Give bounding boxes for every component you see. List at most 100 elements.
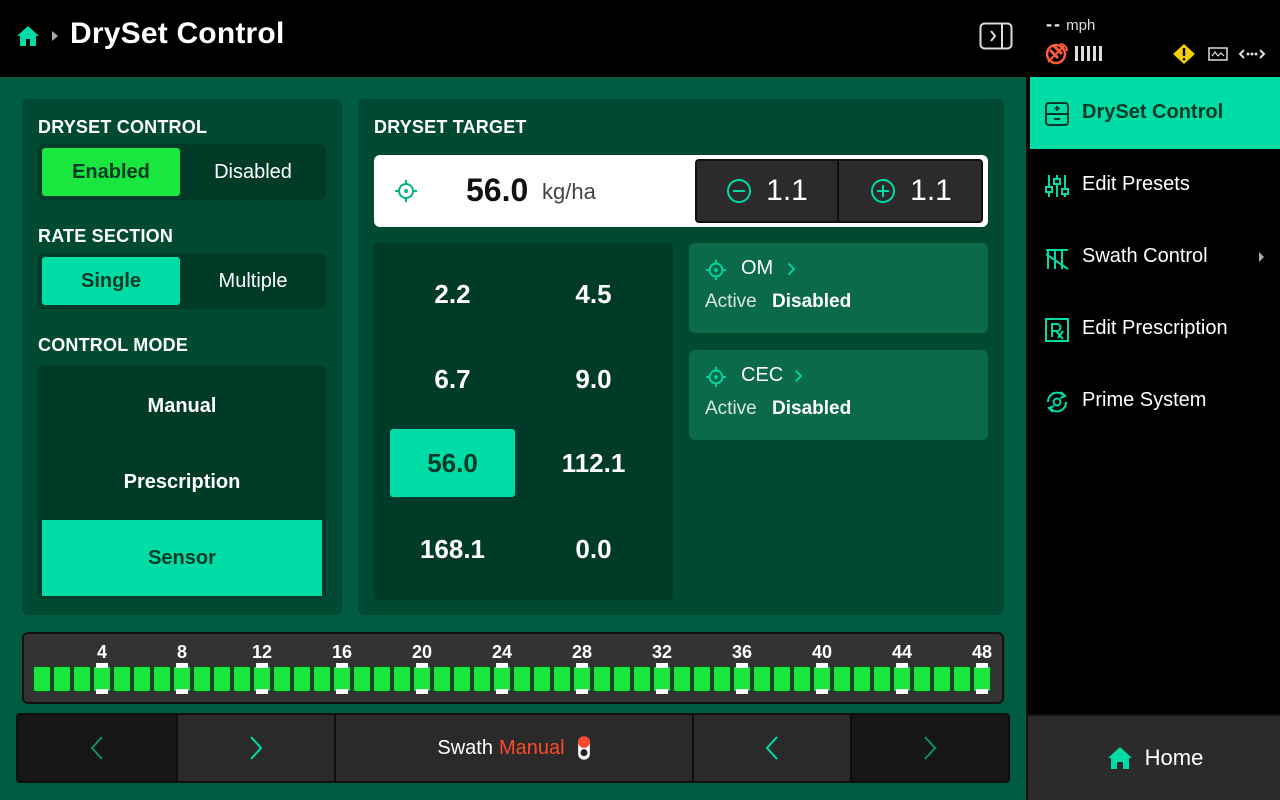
preset-button[interactable]: 4.5 xyxy=(531,260,656,328)
sidebar-item-prime-system[interactable]: Prime System xyxy=(1030,365,1280,437)
decrement-amount: 1.1 xyxy=(766,174,808,207)
disabled-option[interactable]: Disabled xyxy=(184,148,322,196)
gps-icon[interactable] xyxy=(1044,40,1070,66)
section-tick xyxy=(256,689,268,694)
section-cell xyxy=(353,666,371,692)
decrement-button[interactable]: 1.1 xyxy=(697,161,839,221)
sidebar-item-edit-prescription[interactable]: Edit Prescription xyxy=(1030,293,1280,365)
section-tick xyxy=(896,689,908,694)
section-cell xyxy=(73,666,91,692)
section-tick xyxy=(656,689,668,694)
section-cell xyxy=(393,666,411,692)
section-cell xyxy=(133,666,151,692)
sensor-card-om[interactable]: OM Active Disabled xyxy=(689,243,988,333)
preset-button-selected[interactable]: 56.0 xyxy=(390,429,515,497)
section-tick xyxy=(656,663,668,668)
rate-section-label: RATE SECTION xyxy=(38,226,174,246)
chevron-left-icon xyxy=(765,736,778,760)
chevron-right-icon xyxy=(787,262,796,276)
increment-button[interactable]: 1.1 xyxy=(840,161,982,221)
sidebar-item-label: Edit Presets xyxy=(1082,173,1190,195)
section-cell xyxy=(853,666,871,692)
enabled-option[interactable]: Enabled xyxy=(42,148,180,196)
section-cell xyxy=(753,666,771,692)
section-cell xyxy=(293,666,311,692)
section-cell xyxy=(233,666,251,692)
section-cell xyxy=(793,666,811,692)
right-extend-button[interactable] xyxy=(850,715,1008,781)
crosshair-icon xyxy=(395,180,417,202)
section-tick xyxy=(976,663,988,668)
swath-label: Swath xyxy=(437,736,493,759)
section-cell xyxy=(53,666,71,692)
panel-toggle-icon[interactable] xyxy=(979,22,1013,50)
sidebar-item-label: Prime System xyxy=(1082,389,1207,411)
sensor-status-value: Disabled xyxy=(772,291,852,312)
section-cell xyxy=(553,666,571,692)
settings-panel: DRYSET CONTROL Enabled Disabled RATE SEC… xyxy=(22,99,342,615)
preset-button[interactable]: 168.1 xyxy=(390,515,515,583)
chevron-right-icon xyxy=(794,369,803,383)
section-number: 44 xyxy=(891,642,913,662)
section-number: 36 xyxy=(731,642,753,662)
manual-option[interactable]: Manual xyxy=(42,368,322,444)
sensor-name: OM xyxy=(741,257,774,279)
section-tick xyxy=(736,663,748,668)
crosshair-icon xyxy=(705,259,727,281)
home-button[interactable]: Home xyxy=(1028,714,1280,800)
preset-button[interactable]: 112.1 xyxy=(531,429,656,497)
preset-button[interactable]: 0.0 xyxy=(531,515,656,583)
plus-circle-icon xyxy=(871,179,896,203)
sensor-card-cec[interactable]: CEC Active Disabled xyxy=(689,350,988,440)
section-cell xyxy=(833,666,851,692)
sensor-option[interactable]: Sensor xyxy=(42,520,322,596)
dryset-icon xyxy=(1045,102,1069,126)
section-cell xyxy=(113,666,131,692)
submenu-arrow-icon xyxy=(1259,252,1264,262)
chevron-right-icon xyxy=(924,736,937,760)
sidebar-item-dryset-control[interactable]: DrySet Control xyxy=(1030,77,1280,149)
target-unit: kg/ha xyxy=(542,179,596,204)
section-cell xyxy=(373,666,391,692)
section-cell xyxy=(313,666,331,692)
swath-mode-button[interactable]: Swath Manual xyxy=(334,715,692,781)
multiple-option[interactable]: Multiple xyxy=(184,257,322,305)
section-number: 8 xyxy=(176,642,188,662)
home-label: Home xyxy=(1144,745,1204,770)
home-icon[interactable] xyxy=(16,24,40,48)
preset-button[interactable]: 2.2 xyxy=(390,260,515,328)
section-cell xyxy=(673,666,691,692)
preset-button[interactable]: 6.7 xyxy=(390,345,515,413)
section-cell xyxy=(473,666,491,692)
preset-button[interactable]: 9.0 xyxy=(531,345,656,413)
section-cell xyxy=(153,666,171,692)
sidebar-item-edit-presets[interactable]: Edit Presets xyxy=(1030,149,1280,221)
section-cell xyxy=(773,666,791,692)
section-number: 28 xyxy=(571,642,593,662)
sensor-name: CEC xyxy=(741,364,784,386)
chevron-right-icon xyxy=(250,736,263,760)
display-icon[interactable] xyxy=(1208,46,1228,62)
section-cell xyxy=(693,666,711,692)
sidebar-item-swath-control[interactable]: Swath Control xyxy=(1030,221,1280,293)
section-cell xyxy=(513,666,531,692)
section-tick xyxy=(176,689,188,694)
left-retract-button[interactable] xyxy=(176,715,334,781)
sensor-status-value: Disabled xyxy=(772,398,852,419)
section-cell xyxy=(633,666,651,692)
section-status-bar: 4 8 12 16 20 24 28 32 36 40 44 48 xyxy=(22,632,1004,704)
section-tick xyxy=(576,689,588,694)
sensor-status-label: Active xyxy=(705,291,757,312)
single-option[interactable]: Single xyxy=(42,257,180,305)
section-number: 20 xyxy=(411,642,433,662)
warning-icon[interactable] xyxy=(1172,43,1196,65)
section-number: 24 xyxy=(491,642,513,662)
section-number: 12 xyxy=(251,642,273,662)
left-extend-button[interactable] xyxy=(18,715,176,781)
prescription-option[interactable]: Prescription xyxy=(42,444,322,520)
rate-section-toggle: Single Multiple xyxy=(38,253,326,309)
dryset-target-label: DRYSET TARGET xyxy=(374,117,527,137)
minus-circle-icon xyxy=(727,179,752,203)
link-icon[interactable] xyxy=(1238,46,1266,62)
right-retract-button[interactable] xyxy=(692,715,850,781)
